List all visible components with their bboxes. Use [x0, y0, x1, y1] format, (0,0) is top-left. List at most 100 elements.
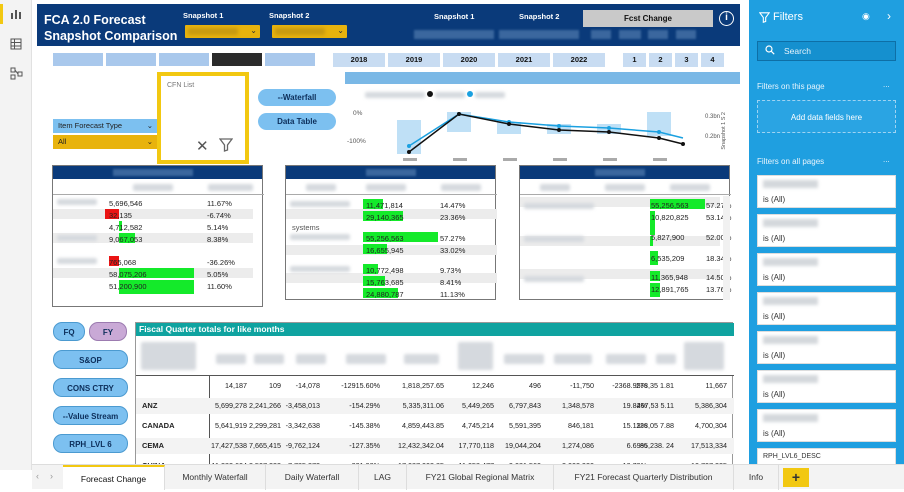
filter-card[interactable]: is (All) — [757, 331, 896, 364]
card2-pct: 11.13% — [440, 290, 465, 299]
item-forecast-type-value: All — [58, 137, 67, 146]
tab-info[interactable]: Info — [734, 465, 779, 490]
sop-button[interactable]: S&OP — [53, 350, 128, 369]
matrix-cell: 14,187 — [225, 381, 247, 390]
report-view-icon[interactable] — [9, 8, 23, 21]
region-card-2[interactable]: 11,471,814 29,140,365 55,256,563 16,655,… — [285, 165, 497, 300]
year-button-2022[interactable]: 2022 — [553, 53, 605, 67]
snapshot2-display-label: Snapshot 2 — [519, 12, 560, 21]
matrix-cell: 4,745,214 — [462, 421, 494, 430]
filter-card[interactable]: is (All) — [757, 292, 896, 325]
legend-dot-snapshot2 — [467, 91, 473, 97]
slicer-pill-selected[interactable] — [212, 53, 262, 66]
active-view-indicator — [0, 4, 3, 24]
more-options-icon[interactable]: ... — [883, 80, 890, 89]
matrix-cell: 11,667 — [705, 381, 727, 390]
item-forecast-type-dropdown[interactable]: All ⌄ — [53, 135, 157, 149]
card3-value: 55,256,563 — [651, 201, 689, 210]
slicer-pill[interactable] — [159, 53, 209, 66]
divider — [53, 194, 264, 195]
quarter-button-1[interactable]: 1 — [623, 53, 646, 67]
tab-fy21-forecast-quarterly-distribution[interactable]: FY21 Forecast Quarterly Distribution — [554, 465, 734, 490]
matrix-cell: 85,238. 24 — [640, 441, 674, 450]
tab-forecast-change[interactable]: Forecast Change — [63, 465, 165, 490]
matrix-cell: -3,342,638 — [285, 421, 320, 430]
quarter-button-2[interactable]: 2 — [649, 53, 672, 67]
fy-button[interactable]: FY — [89, 322, 127, 341]
matrix-cell: 846,181 — [568, 421, 594, 430]
quarter-button-4[interactable]: 4 — [701, 53, 724, 67]
cons-ctry-button[interactable]: CONS CTRY — [53, 378, 128, 397]
card-header — [53, 166, 262, 179]
slicer-pill[interactable] — [265, 53, 315, 66]
page-tabs-bar: ‹ › Forecast Change Monthly Waterfall Da… — [32, 464, 904, 490]
snapshot2-dropdown[interactable]: ⌄ — [272, 25, 347, 38]
slicer-pill[interactable] — [53, 53, 103, 66]
item-forecast-type-label[interactable]: Item Forecast Type ⌄ — [53, 119, 157, 133]
col-header — [306, 184, 336, 191]
tab-daily-waterfall[interactable]: Daily Waterfall — [266, 465, 359, 490]
cfn-list-slicer[interactable]: CFN List ✕ — [157, 72, 249, 164]
eye-icon[interactable]: ◉ — [862, 11, 870, 22]
filter-icon[interactable] — [218, 138, 234, 154]
card3-scrollbar[interactable] — [723, 196, 730, 300]
data-view-icon[interactable] — [9, 38, 23, 51]
tab-monthly-waterfall[interactable]: Monthly Waterfall — [165, 465, 266, 490]
forecast-change-chart[interactable]: 0% -100% 0.3bn 0.2bn Snapshot 1 S 2 — [345, 72, 740, 164]
matrix-cell: -11,750 — [570, 381, 594, 390]
data-table-button[interactable]: Data Table — [258, 113, 336, 130]
model-view-icon[interactable] — [9, 67, 23, 80]
card2-pct: 57.27% — [440, 234, 466, 243]
year-button-2019[interactable]: 2019 — [388, 53, 440, 67]
clear-selection-icon[interactable]: ✕ — [196, 137, 209, 155]
filter-card[interactable]: is (All) — [757, 253, 896, 286]
chevron-left-icon[interactable]: ‹ — [36, 471, 39, 481]
chevron-right-icon[interactable]: › — [887, 9, 891, 23]
left-nav-rail — [0, 0, 32, 470]
fq-button[interactable]: FQ — [53, 322, 85, 341]
legend-dot-snapshot1 — [427, 91, 433, 97]
quarter-button-3[interactable]: 3 — [675, 53, 698, 67]
filter-card[interactable]: is (All) — [757, 175, 896, 208]
filters-search-input[interactable]: Search — [757, 41, 896, 61]
matrix-cell: -12915.60% — [341, 381, 380, 390]
tab-fy21-global-regional-matrix[interactable]: FY21 Global Regional Matrix — [407, 465, 554, 490]
filter-card[interactable]: is (All) — [757, 214, 896, 247]
info-icon[interactable]: i — [719, 11, 734, 26]
card2-value: 10,772,498 — [366, 266, 404, 275]
card2-value: 16,655,945 — [366, 246, 404, 255]
region-card-1[interactable]: 5,696,546 32,135 4,712,582 9,067,053 765… — [52, 165, 264, 307]
year-button-2020[interactable]: 2020 — [443, 53, 495, 67]
matrix-cell: -14,078 — [295, 381, 320, 390]
region-card-3[interactable]: 55,256,563 10,820,825 5,827,900 6,535,20… — [519, 165, 731, 300]
row-label — [524, 276, 584, 282]
more-options-icon[interactable]: ... — [883, 155, 890, 164]
year-button-2018[interactable]: 2018 — [333, 53, 385, 67]
col-header — [540, 184, 570, 191]
tab-lag[interactable]: LAG — [359, 465, 407, 490]
add-page-button[interactable]: + — [783, 468, 809, 487]
value-stream-button[interactable]: --Value Stream — [53, 406, 128, 425]
report-header: FCA 2.0 Forecast Snapshot Comparison Sna… — [37, 4, 740, 46]
filter-card-value: is (All) — [763, 234, 786, 243]
legend-text — [365, 92, 425, 98]
fiscal-quarter-matrix[interactable]: Fiscal Quarter totals for like months 14… — [135, 322, 734, 470]
filter-card[interactable]: is (All) — [757, 409, 896, 442]
filter-card[interactable]: is (All) — [757, 370, 896, 403]
card3-value: 10,820,825 — [651, 213, 689, 222]
matrix-cell: 5,449,265 — [462, 401, 494, 410]
rph-lvl6-button[interactable]: RPH_LVL 6 — [53, 434, 128, 453]
fcst-change-button[interactable]: Fcst Change — [583, 10, 713, 27]
slicer-pill[interactable] — [106, 53, 156, 66]
matrix-cell: 4,859,443.85 — [402, 421, 444, 430]
matrix-cell: -3,458,013 — [285, 401, 320, 410]
chevron-right-icon[interactable]: › — [50, 471, 53, 481]
filter-card-partial[interactable]: RPH_LVL6_DESC — [757, 448, 896, 465]
add-data-fields-drop-zone[interactable]: Add data fields here — [757, 100, 896, 133]
waterfall-button[interactable]: --Waterfall — [258, 89, 336, 106]
card1-pct: -6.74% — [207, 211, 231, 220]
chevron-down-icon: ⌄ — [146, 137, 153, 146]
year-button-2021[interactable]: 2021 — [498, 53, 550, 67]
snapshot1-dropdown[interactable]: ⌄ — [185, 25, 260, 38]
filters-on-all-pages-label: Filters on all pages — [757, 157, 825, 166]
